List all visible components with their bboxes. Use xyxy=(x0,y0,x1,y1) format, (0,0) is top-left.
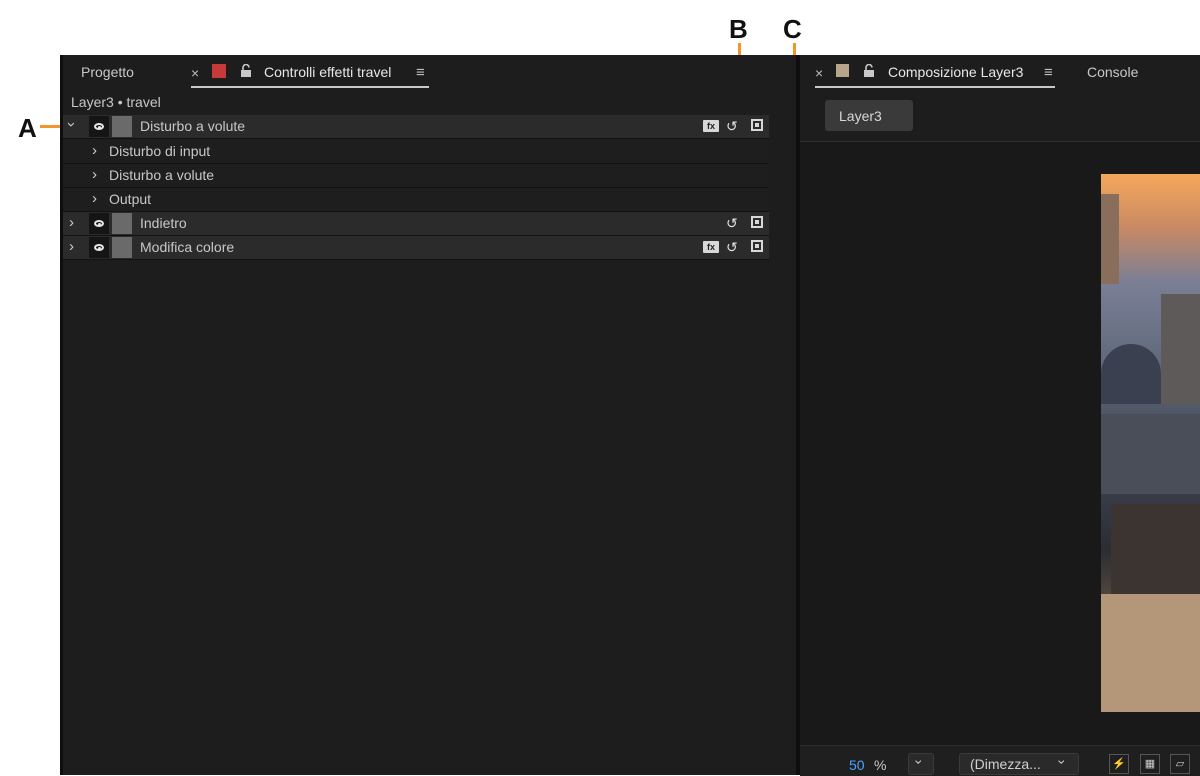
resolution-dropdown[interactable]: (Dimezza... › xyxy=(959,753,1079,775)
viewer-layer-tab[interactable]: Layer3 xyxy=(825,100,913,131)
effect-row-disturbo-a-volute[interactable]: › Disturbo a volute fx ↺ xyxy=(63,115,769,139)
resolution-value: (Dimezza... xyxy=(970,756,1041,772)
callout-c: C xyxy=(783,14,802,44)
fx-icon[interactable]: fx xyxy=(703,241,719,253)
target-icon[interactable] xyxy=(751,216,763,228)
menu-icon[interactable]: ≡ xyxy=(416,65,425,80)
target-icon[interactable] xyxy=(751,119,763,131)
region-of-interest-icon[interactable]: ▱ xyxy=(1170,754,1190,774)
callout-b: B xyxy=(729,14,748,44)
active-tab-underline xyxy=(191,86,429,88)
lock-icon[interactable] xyxy=(863,63,875,80)
transparency-grid-icon[interactable]: ▦ xyxy=(1140,754,1160,774)
eye-icon[interactable] xyxy=(89,116,109,137)
param-row-output[interactable]: › Output xyxy=(63,188,769,212)
zoom-dropdown-button[interactable]: › xyxy=(908,753,934,775)
chevron-right-icon[interactable]: › xyxy=(92,190,97,207)
param-name: Output xyxy=(109,191,152,207)
menu-icon[interactable]: ≡ xyxy=(1044,65,1053,80)
param-name: Disturbo a volute xyxy=(109,167,215,183)
zoom-value[interactable]: 50 xyxy=(849,757,865,773)
layer-header: Layer3 • travel xyxy=(71,94,161,110)
label-color-swatch xyxy=(212,64,226,78)
effect-name: Indietro xyxy=(140,215,187,231)
chevron-right-icon[interactable]: › xyxy=(69,214,74,231)
effect-name: Disturbo a volute xyxy=(140,118,246,134)
effect-name: Modifica colore xyxy=(140,239,235,255)
tab-effect-controls[interactable]: Controlli effetti travel xyxy=(264,64,391,80)
tab-composition[interactable]: Composizione Layer3 xyxy=(888,64,1023,80)
active-tab-underline xyxy=(815,86,1055,88)
effect-row-modifica-colore[interactable]: › Modifica colore fx ↺ xyxy=(63,236,769,260)
eye-icon[interactable] xyxy=(89,237,109,258)
chevron-down-icon: › xyxy=(911,759,928,765)
effect-swatch xyxy=(112,237,132,258)
chevron-down-icon: › xyxy=(1054,759,1071,765)
viewer-tab-label: Layer3 xyxy=(839,108,882,124)
chevron-down-icon[interactable]: › xyxy=(63,122,80,127)
reset-icon[interactable]: ↺ xyxy=(726,119,738,133)
chevron-right-icon[interactable]: › xyxy=(92,142,97,159)
param-row-disturbo-di-input[interactable]: › Disturbo di input xyxy=(63,140,769,164)
eye-icon[interactable] xyxy=(89,213,109,234)
lock-icon[interactable] xyxy=(240,63,252,80)
close-icon[interactable]: × xyxy=(815,66,823,80)
param-name: Disturbo di input xyxy=(109,143,211,159)
close-icon[interactable]: × xyxy=(191,66,199,80)
reset-icon[interactable]: ↺ xyxy=(726,240,738,254)
param-row-disturbo-a-volute[interactable]: › Disturbo a volute xyxy=(63,164,769,188)
target-icon[interactable] xyxy=(751,240,763,252)
chevron-right-icon[interactable]: › xyxy=(92,166,97,183)
effect-swatch xyxy=(112,116,132,137)
fast-preview-icon[interactable]: ⚡ xyxy=(1109,754,1129,774)
composition-image xyxy=(1101,174,1200,712)
tab-console[interactable]: Console xyxy=(1087,64,1138,80)
tab-project[interactable]: Progetto xyxy=(81,64,134,80)
chevron-right-icon[interactable]: › xyxy=(69,238,74,255)
fx-icon[interactable]: fx xyxy=(703,120,719,132)
label-color-swatch xyxy=(836,64,849,77)
reset-icon[interactable]: ↺ xyxy=(726,216,738,230)
effect-swatch xyxy=(112,213,132,234)
zoom-unit: % xyxy=(874,757,887,773)
callout-a: A xyxy=(18,113,37,143)
effect-row-indietro[interactable]: › Indietro ↺ xyxy=(63,212,769,236)
